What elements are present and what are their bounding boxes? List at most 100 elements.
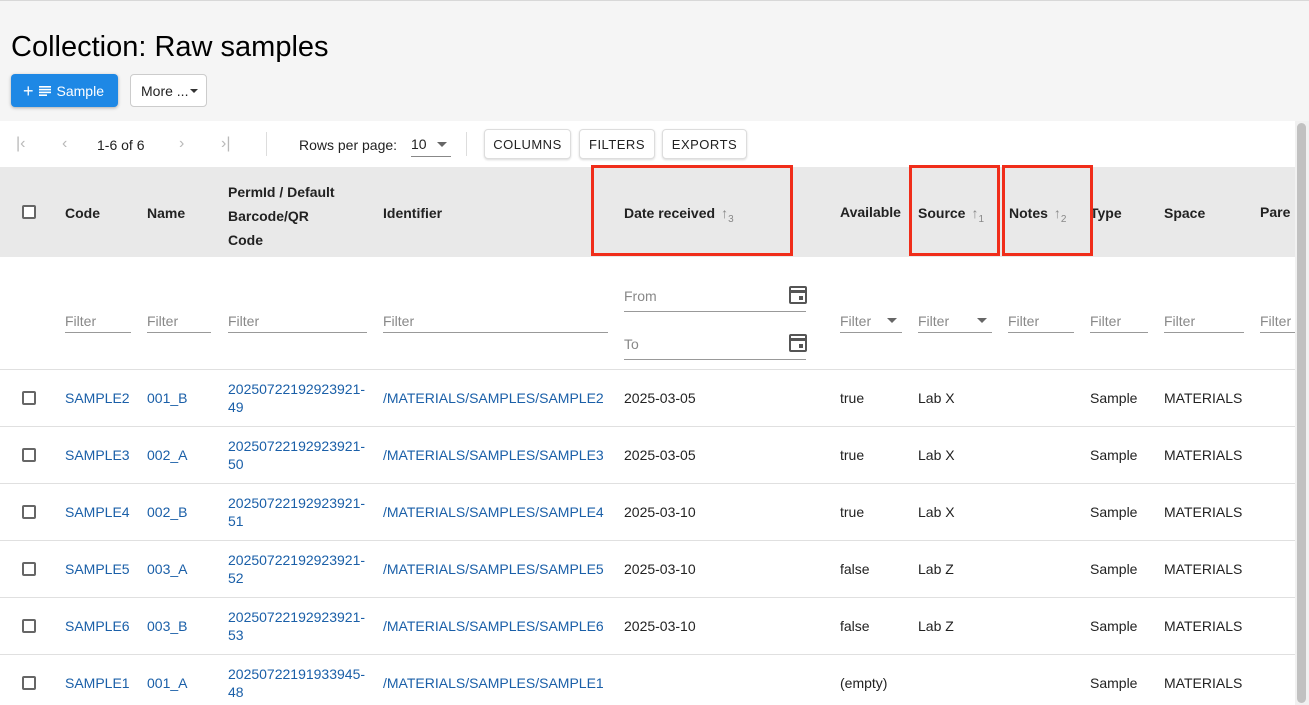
scrollbar-thumb[interactable] (1297, 123, 1306, 703)
row-checkbox[interactable] (22, 391, 36, 405)
available-cell: true (840, 447, 865, 463)
permid-link[interactable]: 20250722192923921- 49 (228, 380, 365, 416)
permid-part: 51 (228, 513, 244, 529)
exports-button[interactable]: EXPORTS (662, 129, 747, 159)
table-row[interactable]: SAMPLE4 002_B 20250722192923921- 51 /MATE… (0, 484, 1295, 541)
row-checkbox[interactable] (22, 676, 36, 690)
space-cell: MATERIALS (1164, 561, 1243, 577)
permid-part: 50 (228, 456, 244, 472)
table-row[interactable]: SAMPLE3 002_A 20250722192923921- 50 /MATE… (0, 427, 1295, 484)
identifier-filter-input[interactable]: Filter (383, 309, 608, 333)
name-link[interactable]: 002_A (147, 447, 187, 463)
column-header-type[interactable]: Type (1090, 205, 1122, 221)
column-header-date-received[interactable]: Date received ↑3 (624, 205, 734, 225)
name-filter-input[interactable]: Filter (147, 309, 211, 333)
permid-part: 20250722192923921- (228, 552, 366, 568)
first-page-icon[interactable]: |‹ (16, 135, 25, 153)
date-received-cell: 2025-03-05 (624, 447, 696, 463)
permid-link[interactable]: 20250722192923921- 53 (228, 608, 365, 644)
vertical-scrollbar[interactable] (1295, 121, 1309, 705)
column-header-parents[interactable]: Pare (1260, 204, 1290, 220)
type-filter-input[interactable]: Filter (1090, 309, 1148, 333)
permid-link[interactable]: 20250722192923921- 52 (228, 551, 365, 587)
identifier-link[interactable]: /MATERIALS/SAMPLES/SAMPLE4 (383, 504, 604, 520)
identifier-link[interactable]: /MATERIALS/SAMPLES/SAMPLE5 (383, 561, 604, 577)
name-link[interactable]: 002_B (147, 504, 187, 520)
row-checkbox[interactable] (22, 619, 36, 633)
date-from-input[interactable]: From (624, 284, 807, 312)
notes-label: Notes (1009, 205, 1048, 221)
permid-link[interactable]: 20250722191933945- 48 (228, 665, 365, 701)
next-page-icon[interactable]: › (179, 135, 184, 153)
available-cell: true (840, 504, 865, 520)
identifier-link[interactable]: /MATERIALS/SAMPLES/SAMPLE2 (383, 390, 604, 406)
row-checkbox[interactable] (22, 562, 36, 576)
permid-filter-input[interactable]: Filter (228, 309, 367, 333)
code-link[interactable]: SAMPLE4 (65, 504, 130, 520)
add-sample-button[interactable]: + Sample (11, 74, 118, 107)
source-filter-select[interactable]: Filter (918, 309, 992, 333)
identifier-link[interactable]: /MATERIALS/SAMPLES/SAMPLE1 (383, 675, 604, 691)
identifier-link[interactable]: /MATERIALS/SAMPLES/SAMPLE6 (383, 618, 604, 634)
column-header-space[interactable]: Space (1164, 205, 1205, 221)
name-link[interactable]: 003_B (147, 618, 187, 634)
calendar-icon[interactable] (789, 286, 807, 304)
last-page-icon[interactable]: ›| (221, 135, 230, 153)
name-link[interactable]: 003_A (147, 561, 187, 577)
more-menu-button[interactable]: More ... (130, 74, 207, 107)
table-row[interactable]: SAMPLE6 003_B 20250722192923921- 53 /MATE… (0, 598, 1295, 655)
calendar-icon[interactable] (789, 334, 807, 352)
sort-rank: 1 (978, 213, 985, 225)
name-link[interactable]: 001_B (147, 390, 187, 406)
column-header-name[interactable]: Name (147, 205, 185, 221)
identifier-link[interactable]: /MATERIALS/SAMPLES/SAMPLE3 (383, 447, 604, 463)
row-checkbox[interactable] (22, 448, 36, 462)
type-cell: Sample (1090, 390, 1138, 406)
permid-part: 20250722192923921- (228, 381, 366, 397)
code-link[interactable]: SAMPLE6 (65, 618, 130, 634)
code-link[interactable]: SAMPLE3 (65, 447, 130, 463)
table-row[interactable]: SAMPLE1 001_A 20250722191933945- 48 /MATE… (0, 655, 1295, 705)
type-cell: Sample (1090, 447, 1138, 463)
available-cell: false (840, 561, 870, 577)
code-link[interactable]: SAMPLE5 (65, 561, 130, 577)
rows-per-page-select[interactable]: 10 (411, 135, 451, 157)
column-header-notes[interactable]: Notes ↑2 (1009, 205, 1066, 225)
type-cell: Sample (1090, 618, 1138, 634)
column-header-identifier[interactable]: Identifier (383, 205, 442, 221)
date-to-input[interactable]: To (624, 332, 807, 360)
parents-filter-input[interactable]: Filter (1260, 309, 1295, 333)
add-sample-label: Sample (56, 82, 104, 99)
code-link[interactable]: SAMPLE2 (65, 390, 130, 406)
source-cell: Lab X (918, 447, 955, 463)
table-header: Code Name PermId / Default Barcode/QR Co… (0, 167, 1295, 257)
column-header-permid[interactable]: PermId / Default Barcode/QR Code (228, 180, 335, 252)
columns-button[interactable]: COLUMNS (484, 129, 571, 159)
code-link[interactable]: SAMPLE1 (65, 675, 130, 691)
permid-link[interactable]: 20250722192923921- 50 (228, 437, 365, 473)
select-all-checkbox[interactable] (22, 205, 36, 219)
column-header-code[interactable]: Code (65, 205, 100, 221)
grid-panel: |‹ ‹ 1-6 of 6 › ›| Rows per page: 10 COL… (0, 121, 1295, 705)
list-icon (38, 85, 51, 96)
permid-link[interactable]: 20250722192923921- 51 (228, 494, 365, 530)
code-filter-input[interactable]: Filter (65, 309, 131, 333)
date-received-cell: 2025-03-10 (624, 504, 696, 520)
source-cell: Lab Z (918, 561, 954, 577)
caret-down-icon (887, 318, 897, 323)
available-filter-select[interactable]: Filter (840, 309, 902, 333)
grid-toolbar: |‹ ‹ 1-6 of 6 › ›| Rows per page: 10 COL… (0, 121, 1295, 167)
previous-page-icon[interactable]: ‹ (62, 135, 67, 153)
column-header-available[interactable]: Available (840, 204, 901, 220)
name-link[interactable]: 001_A (147, 675, 187, 691)
rows-per-page-value: 10 (411, 136, 427, 152)
table-row[interactable]: SAMPLE5 003_A 20250722192923921- 52 /MATE… (0, 541, 1295, 598)
row-checkbox[interactable] (22, 505, 36, 519)
date-received-cell: 2025-03-05 (624, 390, 696, 406)
permid-part: 20250722192923921- (228, 609, 366, 625)
notes-filter-input[interactable]: Filter (1008, 309, 1074, 333)
filters-button[interactable]: FILTERS (579, 129, 655, 159)
space-filter-input[interactable]: Filter (1164, 309, 1244, 333)
column-header-source[interactable]: Source ↑1 (918, 205, 984, 225)
table-row[interactable]: SAMPLE2 001_B 20250722192923921- 49 /MATE… (0, 370, 1295, 427)
